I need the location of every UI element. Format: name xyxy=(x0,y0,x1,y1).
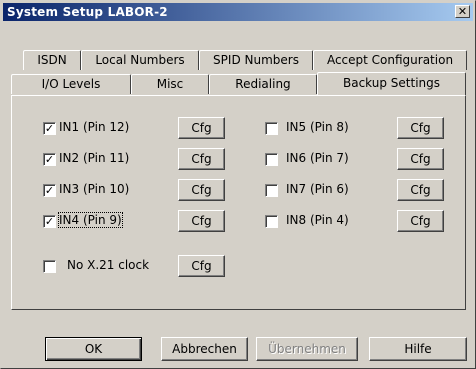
title-bar[interactable]: System Setup LABOR-2 ✕ xyxy=(3,3,473,21)
in5-label: IN5 (Pin 8) xyxy=(286,120,349,134)
tab-isdn[interactable]: ISDN xyxy=(23,50,81,70)
in6-cfg-button[interactable]: Cfg xyxy=(397,148,444,170)
in2-checkbox[interactable]: ✓ xyxy=(43,153,56,166)
in5-checkbox[interactable] xyxy=(265,122,278,135)
in3-label: IN3 (Pin 10) xyxy=(59,182,130,196)
in3-cfg-button[interactable]: Cfg xyxy=(178,179,225,201)
in4-label: IN4 (Pin 9) xyxy=(58,212,123,228)
no-x21-clock-label: No X.21 clock xyxy=(67,258,150,272)
in7-label: IN7 (Pin 6) xyxy=(286,182,349,196)
ok-button[interactable]: OK xyxy=(45,337,142,361)
close-button[interactable]: ✕ xyxy=(455,5,470,18)
in7-checkbox[interactable] xyxy=(265,184,278,197)
in7-cfg-button[interactable]: Cfg xyxy=(397,179,444,201)
in8-checkbox[interactable] xyxy=(265,215,278,228)
in4-cfg-button[interactable]: Cfg xyxy=(178,210,225,232)
in1-cfg-button[interactable]: Cfg xyxy=(178,117,225,139)
tab-spid-numbers[interactable]: SPID Numbers xyxy=(199,50,313,70)
tab-redialing[interactable]: Redialing xyxy=(209,74,317,94)
tab-backup-settings[interactable]: Backup Settings xyxy=(317,72,466,95)
in1-label: IN1 (Pin 12) xyxy=(59,120,130,134)
tab-accept-configuration[interactable]: Accept Configuration xyxy=(313,50,467,70)
in5-cfg-button[interactable]: Cfg xyxy=(397,117,444,139)
tab-io-levels[interactable]: I/O Levels xyxy=(11,74,131,94)
in1-checkbox[interactable]: ✓ xyxy=(43,122,56,135)
window-title: System Setup LABOR-2 xyxy=(7,5,168,19)
in6-checkbox[interactable] xyxy=(265,153,278,166)
help-button[interactable]: Hilfe xyxy=(369,337,467,361)
cancel-button[interactable]: Abbrechen xyxy=(161,337,248,361)
no-x21-clock-checkbox[interactable] xyxy=(43,260,56,273)
apply-label: Übernehmen xyxy=(268,342,346,356)
tab-misc[interactable]: Misc xyxy=(131,74,209,94)
clock-cfg-button[interactable]: Cfg xyxy=(178,255,225,277)
in8-label: IN8 (Pin 4) xyxy=(286,213,349,227)
in2-label: IN2 (Pin 11) xyxy=(59,151,130,165)
in3-checkbox[interactable]: ✓ xyxy=(43,184,56,197)
in6-label: IN6 (Pin 7) xyxy=(286,151,349,165)
tab-local-numbers[interactable]: Local Numbers xyxy=(81,50,199,70)
apply-button[interactable]: Übernehmen xyxy=(256,337,358,361)
in2-cfg-button[interactable]: Cfg xyxy=(178,148,225,170)
in8-cfg-button[interactable]: Cfg xyxy=(397,210,444,232)
system-setup-dialog: System Setup LABOR-2 ✕ ISDN Local Number… xyxy=(0,0,476,369)
in4-checkbox[interactable]: ✓ xyxy=(43,215,56,228)
